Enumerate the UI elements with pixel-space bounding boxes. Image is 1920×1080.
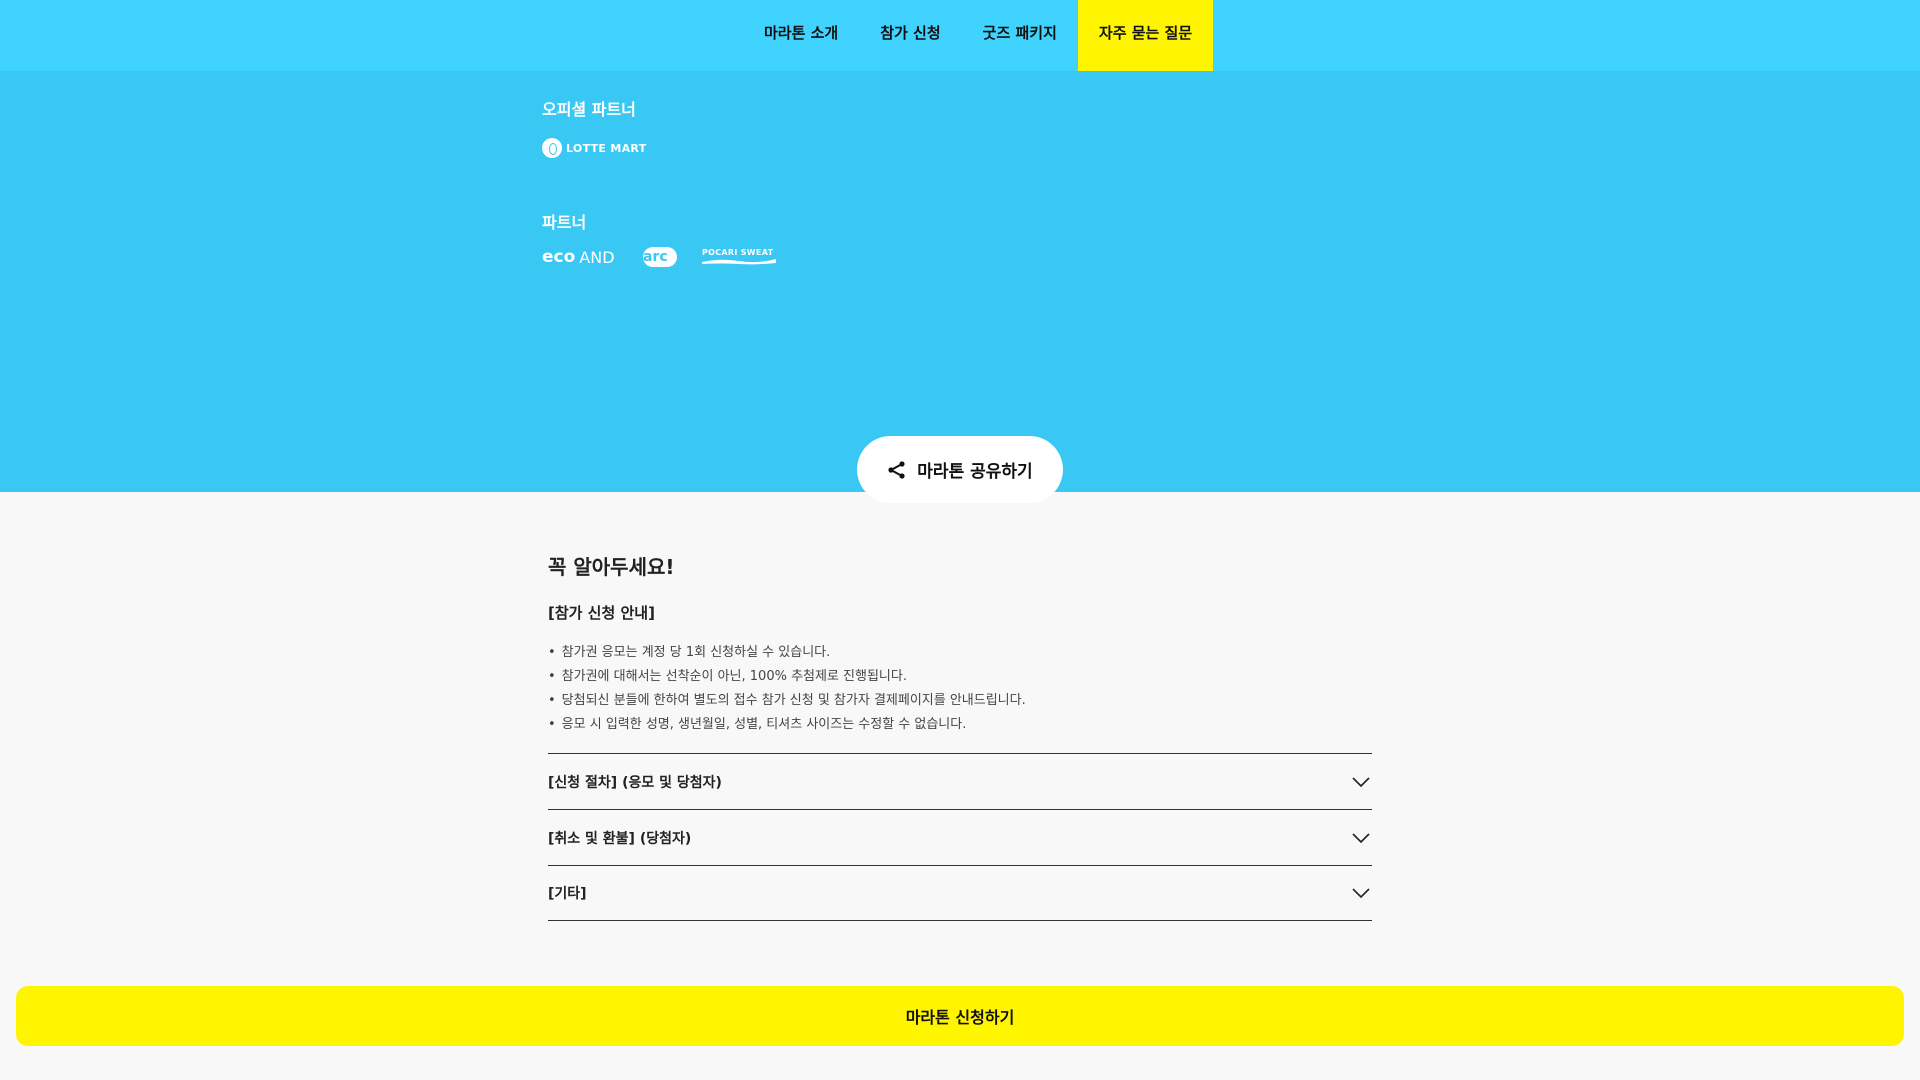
- registration-guide-title: [참가 신청 안내]: [548, 604, 655, 622]
- chevron-down-icon: [1352, 776, 1370, 787]
- notice-title: 꼭 알아두세요!: [548, 555, 675, 579]
- nav-item-goods-package[interactable]: 굿즈 패키지: [962, 0, 1078, 71]
- list-item: 응모 시 입력한 성명, 생년월일, 성별, 티셔츠 사이즈는 수정할 수 없습…: [548, 715, 1026, 739]
- chevron-down-icon: [1352, 832, 1370, 843]
- nav-menu: 마라톤 소개 참가 신청 굿즈 패키지 자주 묻는 질문: [743, 0, 1214, 71]
- share-button-label: 마라톤 공유하기: [917, 462, 1033, 482]
- chevron-down-icon: [1352, 888, 1370, 899]
- ecoand-logo: eco AND: [542, 247, 615, 267]
- pocari-sweat-logo-text: POCARI SWEAT: [702, 248, 774, 257]
- share-marathon-button[interactable]: 마라톤 공유하기: [857, 436, 1063, 503]
- pocari-wave-icon: [702, 259, 776, 265]
- share-icon: [888, 460, 905, 479]
- accordion-label: [취소 및 환불] (당첨자): [548, 830, 692, 847]
- list-item: 참가권 응모는 계정 당 1회 신청하실 수 있습니다.: [548, 643, 1026, 667]
- registration-guide-list: 참가권 응모는 계정 당 1회 신청하실 수 있습니다. 참가권에 대해서는 선…: [548, 643, 1026, 739]
- nav-item-registration[interactable]: 참가 신청: [859, 0, 961, 71]
- nav-item-marathon-intro[interactable]: 마라톤 소개: [743, 0, 859, 71]
- lotte-mart-logo-text: LOTTE MART: [566, 141, 647, 155]
- partner-heading: 파트너: [542, 213, 587, 232]
- nav-item-faq[interactable]: 자주 묻는 질문: [1077, 0, 1214, 71]
- apply-button-label: 마라톤 신청하기: [905, 1008, 1015, 1027]
- pocari-sweat-logo: POCARI SWEAT: [702, 248, 776, 265]
- lotte-mart-logo: LOTTE MART: [542, 138, 647, 158]
- ecoand-logo-light: AND: [579, 247, 615, 267]
- official-partner-heading: 오피셜 파트너: [542, 100, 636, 119]
- lotte-mart-mark-icon: [542, 138, 562, 158]
- partners-section: 오피셜 파트너 LOTTE MART 파트너 eco AND arc POCARI…: [0, 71, 1920, 503]
- list-item: 당첨되신 분들에 한하여 별도의 접수 참가 신청 및 참가자 결제페이지를 안…: [548, 691, 1026, 715]
- ecoand-logo-bold: eco: [542, 247, 576, 267]
- top-nav: 마라톤 소개 참가 신청 굿즈 패키지 자주 묻는 질문: [0, 0, 1920, 71]
- apply-marathon-button[interactable]: 마라톤 신청하기: [16, 986, 1904, 1046]
- accordion-item-application-procedure[interactable]: [신청 절차] (응모 및 당첨자): [548, 753, 1372, 809]
- accordion-label: [신청 절차] (응모 및 당첨자): [548, 774, 722, 791]
- accordion-item-etc[interactable]: [기타]: [548, 865, 1372, 921]
- arc-logo: arc: [643, 247, 677, 267]
- accordion-item-cancel-refund[interactable]: [취소 및 환불] (당첨자): [548, 809, 1372, 865]
- notice-accordion: [신청 절차] (응모 및 당첨자) [취소 및 환불] (당첨자) [기타]: [548, 753, 1372, 921]
- list-item: 참가권에 대해서는 선착순이 아닌, 100% 추첨제로 진행됩니다.: [548, 667, 1026, 691]
- accordion-label: [기타]: [548, 886, 587, 902]
